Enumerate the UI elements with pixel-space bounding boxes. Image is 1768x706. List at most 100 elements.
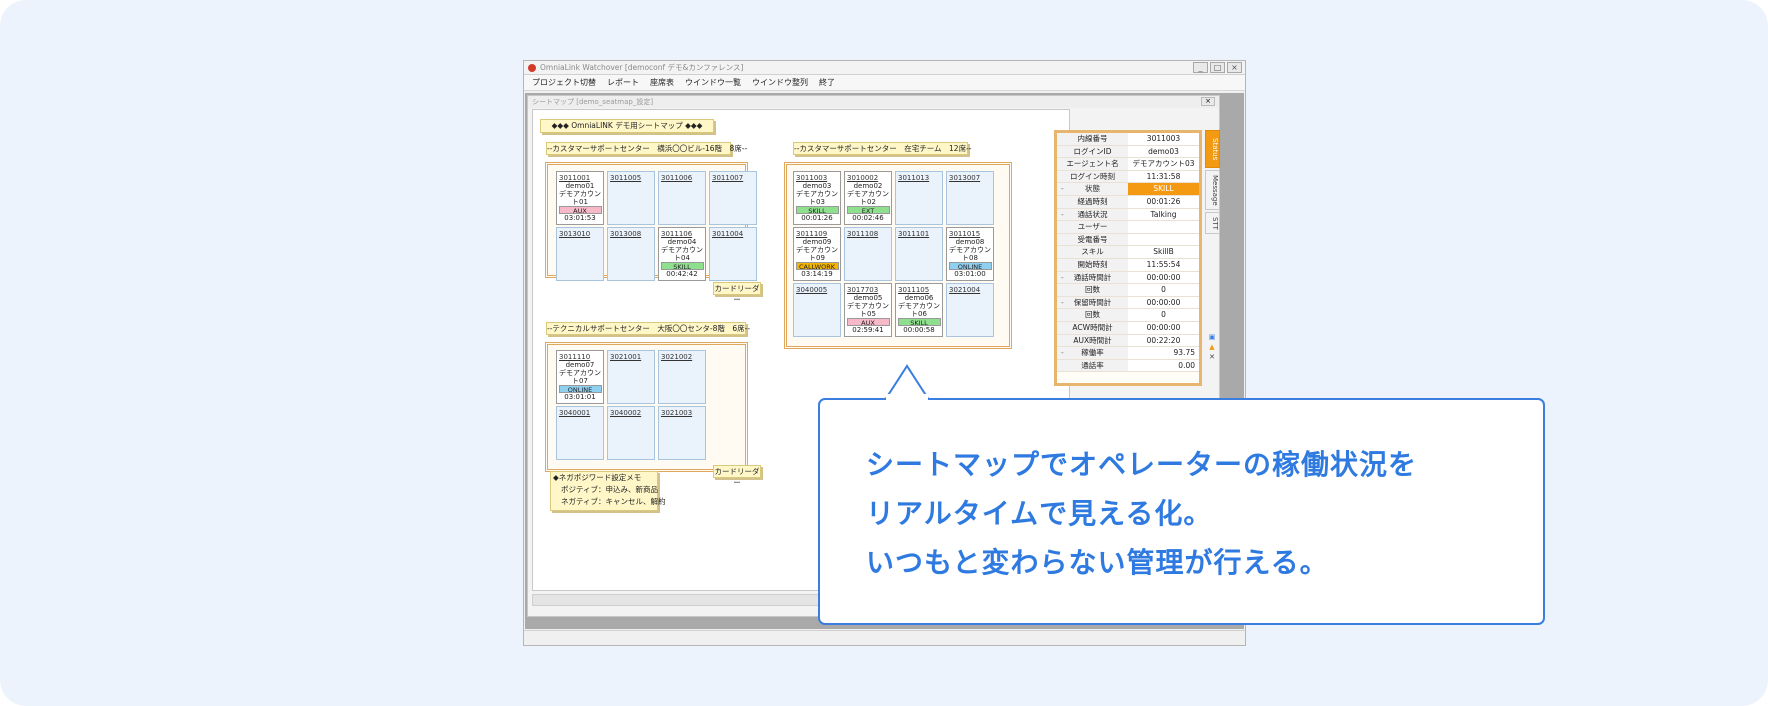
- expand-icon[interactable]: -: [1061, 209, 1064, 221]
- status-panel-key: 回数: [1057, 309, 1128, 321]
- status-badge: SKILL: [795, 206, 839, 215]
- status-panel-key-label: ログインID: [1073, 146, 1112, 156]
- seat[interactable]: 3013007: [946, 171, 994, 225]
- status-panel-row: エージェント名 デモアカウント03: [1057, 158, 1199, 171]
- seat[interactable]: 3013010: [556, 227, 604, 281]
- expand-icon[interactable]: -: [1061, 272, 1064, 284]
- warning-icon[interactable]: ▲: [1207, 343, 1217, 351]
- seat[interactable]: 3011003 demo03 デモアカウント03 SKILL 00:01:26: [793, 171, 841, 225]
- menu-window-list[interactable]: ウインドウ一覧: [685, 77, 741, 88]
- chat-icon[interactable]: ▣: [1207, 333, 1217, 341]
- agent-status-panel: 内線番号 3011003 ログインID demo03 エージェント名 デモアカウント03 ロ…: [1054, 130, 1202, 386]
- group-label: --カスタマーサポートセンター 在宅チーム 12席--: [793, 142, 972, 155]
- seat[interactable]: 3011106 demo04 デモアカウント04 SKILL 00:42:42: [658, 227, 706, 281]
- maximize-button[interactable]: □: [1210, 62, 1225, 73]
- status-badge: CALLWORK: [795, 262, 839, 271]
- status-panel-value: 0: [1128, 284, 1199, 296]
- status-badge: SKILL: [660, 262, 704, 271]
- status-badge: ONLINE: [948, 262, 992, 271]
- seat[interactable]: 3013008: [607, 227, 655, 281]
- seat[interactable]: 3010002 demo02 デモアカウント02 EXT 00:02:46: [844, 171, 892, 225]
- seat[interactable]: 3011006: [658, 171, 706, 225]
- status-panel-key-label: ログイン時刻: [1070, 171, 1115, 181]
- status-panel-row: 開始時刻 11:55:54: [1057, 258, 1199, 272]
- status-panel-value: [1128, 221, 1199, 233]
- status-panel-key-label: エージェント名: [1066, 159, 1119, 169]
- menu-window-arrange[interactable]: ウインドウ整列: [752, 77, 808, 88]
- status-panel-key-label: 回数: [1085, 310, 1100, 320]
- seat[interactable]: 3011108: [844, 227, 892, 281]
- expand-icon[interactable]: -: [1061, 347, 1064, 359]
- status-panel-value: 0.00: [1128, 359, 1199, 372]
- status-badge: AUX: [846, 318, 890, 327]
- seatmap-close-button[interactable]: ×: [1201, 97, 1215, 106]
- seat[interactable]: 3021002: [658, 350, 706, 404]
- status-panel-key-label: AUX時間計: [1073, 335, 1112, 345]
- menu-exit[interactable]: 終了: [819, 77, 835, 88]
- seat[interactable]: 3011001 demo01 デモアカウント01 AUX 03:01:53: [556, 171, 604, 225]
- seat[interactable]: 3021001: [607, 350, 655, 404]
- callout-line: シートマップでオペレーターの稼働状況を: [866, 448, 1418, 481]
- seat[interactable]: 3021003: [658, 406, 706, 460]
- close-button[interactable]: ×: [1227, 62, 1242, 73]
- seat[interactable]: 3011005: [607, 171, 655, 225]
- status-panel-value: 11:55:54: [1128, 258, 1199, 271]
- seat[interactable]: 3011015 demo08 デモアカウント08 ONLINE 03:01:00: [946, 227, 994, 281]
- seat[interactable]: 3017703 demo05 デモアカウント05 AUX 02:59:41: [844, 283, 892, 337]
- status-panel-value: 93.75: [1128, 347, 1199, 359]
- tab-status[interactable]: Status: [1205, 130, 1220, 168]
- status-panel-key: ログイン時刻: [1057, 170, 1128, 183]
- status-panel-row: - 稼働率 93.75: [1057, 347, 1199, 360]
- close-icon[interactable]: ✕: [1207, 353, 1217, 361]
- menu-project-switch[interactable]: プロジェクト切替: [532, 77, 596, 88]
- status-panel-row: 受電番号: [1057, 233, 1199, 247]
- status-badge: ONLINE: [558, 385, 602, 394]
- app-logo-icon: [528, 63, 536, 72]
- tab-message[interactable]: Message: [1205, 170, 1220, 210]
- seat[interactable]: 3040005: [793, 283, 841, 337]
- seat[interactable]: 3011007: [709, 171, 757, 225]
- status-panel-value: 00:00:00: [1128, 271, 1199, 284]
- status-panel-key-label: 稼働率: [1081, 348, 1104, 358]
- expand-icon[interactable]: -: [1061, 297, 1064, 309]
- status-panel-row: 回数 0: [1057, 309, 1199, 322]
- status-panel-key: 受電番号: [1057, 233, 1128, 246]
- seat[interactable]: 3011105 demo06 デモアカウント06 SKILL 00:00:58: [895, 283, 943, 337]
- expand-icon[interactable]: -: [1061, 183, 1064, 195]
- status-panel-row: 回数 0: [1057, 284, 1199, 297]
- status-panel-value: デモアカウント03: [1128, 158, 1199, 170]
- seat[interactable]: 3011109 demo09 デモアカウント09 CALLWORK 03:14:…: [793, 227, 841, 281]
- callout-text: シートマップでオペレーターの稼働状況を リアルタイムで見える化。 いつもと変わら…: [866, 440, 1417, 587]
- status-panel-row: 経過時刻 00:01:26: [1057, 195, 1199, 209]
- seat[interactable]: 3011110 demo07 デモアカウント07 ONLINE 03:01:01: [556, 350, 604, 404]
- status-panel-row: ユーザー: [1057, 221, 1199, 234]
- status-panel-key-label: スキル: [1081, 247, 1104, 257]
- status-panel-value: Talking: [1128, 208, 1199, 221]
- status-panel-key-label: 保留時間計: [1073, 297, 1112, 307]
- seat[interactable]: 3011101: [895, 227, 943, 281]
- seat[interactable]: 3021004: [946, 283, 994, 337]
- title-bar: OmniaLink Watchover [democonf デモ&カンファレンス…: [524, 61, 1245, 75]
- status-panel-key: ACW時間計: [1057, 321, 1128, 334]
- seat[interactable]: 3011013: [895, 171, 943, 225]
- status-badge: SKILL: [897, 318, 941, 327]
- menu-seat-chart[interactable]: 座席表: [650, 77, 674, 88]
- status-panel-key: エージェント名: [1057, 158, 1128, 170]
- status-panel-row: スキル SkillB: [1057, 246, 1199, 259]
- menu-report[interactable]: レポート: [607, 77, 639, 88]
- pointer-joint: [886, 394, 928, 400]
- status-panel-value: [1128, 233, 1199, 246]
- callout-line: いつもと変わらない管理が行える。: [866, 546, 1329, 579]
- seat[interactable]: 3011004: [709, 227, 757, 281]
- status-panel-row: - 通話状況 Talking: [1057, 208, 1199, 222]
- status-panel-key: ログインID: [1057, 145, 1128, 158]
- tab-stt[interactable]: STT: [1205, 212, 1220, 234]
- status-panel-row: 通話率 0.00: [1057, 359, 1199, 373]
- seat[interactable]: 3040002: [607, 406, 655, 460]
- seat[interactable]: 3040001: [556, 406, 604, 460]
- status-panel-key-label: 回数: [1085, 285, 1100, 295]
- status-panel-key: - 通話状況: [1057, 208, 1128, 221]
- status-panel-key-label: ユーザー: [1077, 222, 1108, 232]
- status-panel-value: 11:31:58: [1128, 170, 1199, 183]
- minimize-button[interactable]: _: [1193, 62, 1208, 73]
